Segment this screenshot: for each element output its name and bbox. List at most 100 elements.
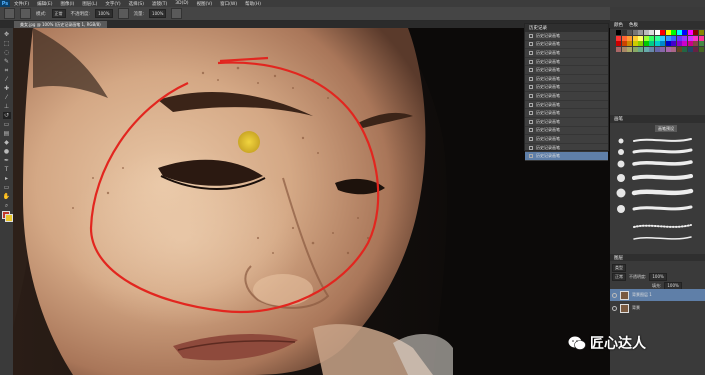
history-item[interactable]: 历史记录画笔 <box>525 92 608 101</box>
menu-layer[interactable]: 图层(L) <box>78 1 101 7</box>
layer-opacity-input[interactable]: 100% <box>649 272 667 281</box>
color-swatch[interactable] <box>660 35 665 41</box>
history-brush-tool-icon-active[interactable]: ↺ <box>2 112 11 119</box>
type-tool-icon[interactable]: T <box>3 166 11 173</box>
airbrush-icon[interactable] <box>171 8 183 19</box>
color-swatch[interactable] <box>632 30 638 35</box>
color-swatch[interactable] <box>660 30 665 35</box>
color-swatch[interactable] <box>616 30 621 35</box>
color-swatch[interactable] <box>643 46 649 52</box>
zoom-tool-icon[interactable]: ⌕ <box>3 202 11 209</box>
color-swatch[interactable] <box>693 35 698 41</box>
opacity-input[interactable]: 100% <box>95 9 113 18</box>
history-item[interactable]: 历史记录画笔 <box>525 75 608 84</box>
gradient-tool-icon[interactable]: ▤ <box>3 130 11 137</box>
history-item[interactable]: 历史记录画笔 <box>525 109 608 118</box>
color-swatch[interactable] <box>638 30 643 35</box>
color-swatch[interactable] <box>643 35 649 41</box>
history-item[interactable]: 历史记录画笔 <box>525 152 608 161</box>
history-item[interactable]: 历史记录画笔 <box>525 32 608 41</box>
brush-preset-picker-icon[interactable] <box>20 8 31 19</box>
path-select-tool-icon[interactable]: ▸ <box>3 175 11 182</box>
color-swatch[interactable] <box>649 30 654 35</box>
color-swatch[interactable] <box>665 41 671 46</box>
color-swatch[interactable] <box>665 46 671 52</box>
color-swatch[interactable] <box>660 41 665 46</box>
history-item[interactable]: 历史记录画笔 <box>525 101 608 110</box>
color-swatch[interactable] <box>649 46 654 52</box>
color-swatch[interactable] <box>682 46 687 52</box>
brush-tool-icon[interactable]: ⁄ <box>3 94 11 101</box>
history-brush-tool-icon[interactable] <box>4 8 15 19</box>
eraser-tool-icon[interactable]: ▭ <box>3 121 11 128</box>
history-item[interactable]: 历史记录画笔 <box>525 49 608 58</box>
color-swatch[interactable] <box>676 30 682 35</box>
color-swatch[interactable] <box>687 30 693 35</box>
visibility-eye-icon[interactable] <box>612 305 617 311</box>
history-item[interactable]: 历史记录画笔 <box>525 58 608 67</box>
color-swatch[interactable] <box>682 35 687 41</box>
document-tab[interactable]: 美女.jpg @ 100% (历史记录画笔 1, RGB/8) <box>14 21 107 28</box>
menu-window[interactable]: 窗口(W) <box>216 1 241 7</box>
color-swatch[interactable] <box>643 41 649 46</box>
color-swatch[interactable] <box>693 30 698 35</box>
hand-tool-icon[interactable]: ✋ <box>3 193 11 200</box>
brush-presets-button[interactable]: 画笔预设 <box>655 125 677 132</box>
history-item[interactable]: 历史记录画笔 <box>525 66 608 75</box>
menu-3d[interactable]: 3D(D) <box>171 1 192 6</box>
color-swatch[interactable] <box>682 41 687 46</box>
color-swatch[interactable] <box>632 46 638 52</box>
color-swatch[interactable] <box>654 30 660 35</box>
color-swatch[interactable] <box>687 35 693 41</box>
tab-color[interactable]: 颜色 <box>614 22 623 28</box>
color-swatch[interactable] <box>671 41 676 46</box>
color-swatch[interactable] <box>654 35 660 41</box>
history-item[interactable]: 历史记录画笔 <box>525 41 608 50</box>
history-item[interactable]: 历史记录画笔 <box>525 135 608 144</box>
color-swatch[interactable] <box>621 46 627 52</box>
color-swatch[interactable] <box>698 41 704 46</box>
history-item[interactable]: 历史记录画笔 <box>525 127 608 136</box>
color-swatch[interactable] <box>693 46 698 52</box>
mode-select[interactable]: 正常 <box>51 9 66 18</box>
menu-help[interactable]: 帮助(H) <box>241 1 265 7</box>
color-swatch[interactable] <box>698 30 704 35</box>
menu-edit[interactable]: 编辑(E) <box>33 1 56 7</box>
color-swatch[interactable] <box>627 46 632 52</box>
visibility-eye-icon[interactable] <box>612 292 617 298</box>
healing-brush-tool-icon[interactable]: ✚ <box>3 85 11 92</box>
menu-image[interactable]: 图像(I) <box>56 1 78 7</box>
color-swatch[interactable] <box>632 41 638 46</box>
color-swatch[interactable] <box>671 35 676 41</box>
color-swatch[interactable] <box>616 46 621 52</box>
blur-tool-icon[interactable]: ◆ <box>3 139 11 146</box>
dodge-tool-icon[interactable]: ● <box>3 148 11 155</box>
clone-stamp-tool-icon[interactable]: ⊥ <box>3 103 11 110</box>
lasso-tool-icon[interactable]: ◌ <box>3 49 11 56</box>
color-swatch[interactable] <box>616 41 621 46</box>
color-swatch[interactable] <box>682 30 687 35</box>
color-swatch[interactable] <box>621 30 627 35</box>
color-swatch[interactable] <box>627 30 632 35</box>
color-swatch[interactable] <box>665 30 671 35</box>
blend-mode-select[interactable]: 正常 <box>612 272 626 281</box>
color-swatch[interactable] <box>665 35 671 41</box>
shape-tool-icon[interactable]: ▭ <box>3 184 11 191</box>
color-swatch[interactable] <box>698 35 704 41</box>
color-swatch[interactable] <box>676 35 682 41</box>
menu-select[interactable]: 选择(S) <box>125 1 148 7</box>
menu-type[interactable]: 文字(Y) <box>101 1 124 7</box>
history-item[interactable]: 历史记录画笔 <box>525 118 608 127</box>
menu-file[interactable]: 文件(F) <box>10 1 33 7</box>
document-canvas[interactable] <box>13 28 610 375</box>
tab-swatches[interactable]: 色板 <box>629 22 638 28</box>
crop-tool-icon[interactable]: ⌗ <box>3 67 11 74</box>
color-swatch[interactable] <box>638 41 643 46</box>
color-swatch[interactable] <box>616 35 621 41</box>
color-swatch[interactable] <box>660 46 665 52</box>
color-swatch[interactable] <box>627 35 632 41</box>
swatch-grid[interactable] <box>616 30 704 52</box>
color-swatch[interactable] <box>654 41 660 46</box>
history-item[interactable]: 历史记录画笔 <box>525 84 608 93</box>
layer-row[interactable]: 背景 <box>610 302 705 314</box>
